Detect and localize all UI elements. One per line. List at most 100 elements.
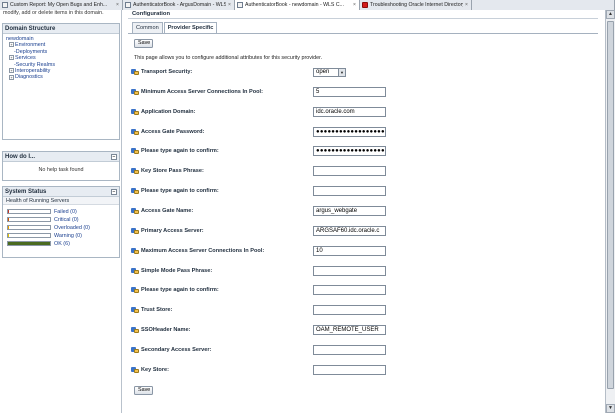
input-access-gate-password[interactable]: ●●●●●●●●●●●●●●●●●●●●● <box>313 126 386 137</box>
input-trust-store[interactable] <box>313 305 386 316</box>
input-simple-mode-pass-phrase[interactable] <box>313 265 386 276</box>
input-please-type-again-to-confirm[interactable]: ●●●●●●●●●●●●●●●●●●●●● <box>313 146 386 157</box>
select-value: open <box>316 69 330 75</box>
browser-tab-label: Custom Report: My Open Bugs and Enh... <box>10 2 108 8</box>
browser-tab-4[interactable] <box>472 0 615 10</box>
browser-tab-label: Troubleshooting Oracle Internet Director… <box>370 2 463 8</box>
browser-tab-2[interactable]: AuthenticatorBook - newdomain - WLS C...… <box>235 0 360 10</box>
how-do-i-title: How do I... <box>5 154 35 160</box>
health-bar-fill <box>8 226 9 230</box>
expand-plus-icon[interactable]: + <box>9 55 14 61</box>
health-label[interactable]: Critical (0) <box>54 217 79 223</box>
field-help-icon[interactable] <box>131 69 139 75</box>
expand-plus-icon[interactable]: + <box>9 68 14 74</box>
tree-item-diagnostics[interactable]: + Diagnostics <box>6 74 116 80</box>
how-do-i-panel: How do I... − No help task found <box>2 151 120 181</box>
scroll-thumb[interactable] <box>607 21 614 389</box>
expand-plus-icon[interactable]: + <box>9 42 14 48</box>
page-icon <box>237 2 243 8</box>
field-help-icon[interactable] <box>131 346 139 353</box>
collapse-icon[interactable]: − <box>111 189 117 195</box>
field-label-text: Access Gate Password: <box>141 128 205 135</box>
field-help-icon[interactable] <box>131 168 139 175</box>
intro-text: This page allows you to configure additi… <box>134 55 323 61</box>
field-label-text: Transport Security: <box>141 69 193 75</box>
browser-tab-strip: Custom Report: My Open Bugs and Enh... × A… <box>0 0 615 10</box>
field-label-key-store-pass-phrase: Key Store Pass Phrase: <box>131 168 204 175</box>
field-help-icon[interactable] <box>131 88 139 95</box>
field-help-icon[interactable] <box>131 287 139 294</box>
collapse-icon[interactable]: − <box>111 154 117 160</box>
field-help-icon[interactable] <box>131 327 139 334</box>
input-maximum-access-server-connections-in-pool[interactable]: 10 <box>313 245 386 256</box>
field-label-text: Primary Access Server: <box>141 227 204 234</box>
input-key-store[interactable] <box>313 364 386 375</box>
input-access-gate-name[interactable]: argus_webgate <box>313 205 386 216</box>
health-row: OK (6) <box>7 240 115 248</box>
field-label-secondary-access-server: Secondary Access Server: <box>131 346 211 353</box>
browser-tab-1[interactable]: AuthenticatorBook - ArgusDomain - WLS ..… <box>123 0 235 10</box>
scroll-down-arrow-icon[interactable]: ▼ <box>606 404 615 413</box>
field-help-icon[interactable] <box>131 188 139 195</box>
input-minimum-access-server-connections-in-pool[interactable]: 5 <box>313 86 386 97</box>
input-secondary-access-server[interactable] <box>313 344 386 355</box>
title-divider <box>128 18 598 19</box>
health-subtitle: Health of Running Servers <box>3 197 119 205</box>
health-bar-fill <box>8 210 9 214</box>
field-label-text: Maximum Access Server Connections In Poo… <box>141 247 265 254</box>
system-status-panel: System Status − Health of Running Server… <box>2 186 120 258</box>
health-label[interactable]: OK (6) <box>54 241 70 247</box>
field-label-key-store: Key Store: <box>131 366 169 373</box>
save-button[interactable]: Save <box>134 39 153 48</box>
input-please-type-again-to-confirm[interactable] <box>313 285 386 296</box>
field-help-icon[interactable] <box>131 267 139 274</box>
tab-common[interactable]: Common <box>132 22 163 33</box>
field-help-icon[interactable] <box>131 148 139 155</box>
field-label-application-domain: Application Domain: <box>131 108 196 115</box>
health-bar <box>7 241 51 247</box>
browser-tab-3[interactable]: Troubleshooting Oracle Internet Director… <box>360 0 472 10</box>
close-icon[interactable]: × <box>464 2 469 8</box>
health-bar <box>7 233 51 239</box>
field-label-text: Key Store Pass Phrase: <box>141 168 204 175</box>
close-icon[interactable]: × <box>352 2 357 8</box>
field-label-trust-store: Trust Store: <box>131 307 172 314</box>
health-label[interactable]: Warning (0) <box>54 233 82 239</box>
field-help-icon[interactable] <box>131 307 139 314</box>
input-application-domain[interactable]: idc.oracle.com <box>313 106 386 117</box>
field-label-access-gate-name: Access Gate Name: <box>131 207 193 214</box>
health-label[interactable]: Overloaded (0) <box>54 225 90 231</box>
health-bar <box>7 217 51 223</box>
health-bar <box>7 209 51 215</box>
scroll-up-arrow-icon[interactable]: ▲ <box>606 10 615 19</box>
browser-tab-0[interactable]: Custom Report: My Open Bugs and Enh... × <box>0 0 123 10</box>
field-help-icon[interactable] <box>131 128 139 135</box>
system-status-title: System Status <box>5 189 47 195</box>
field-help-icon[interactable] <box>131 366 139 373</box>
close-icon[interactable]: × <box>115 2 120 8</box>
field-help-icon[interactable] <box>131 227 139 234</box>
chevron-down-icon[interactable]: ▼ <box>338 69 345 76</box>
browser-tab-label: AuthenticatorBook - ArgusDomain - WLS ..… <box>133 2 226 8</box>
input-please-type-again-to-confirm[interactable] <box>313 186 386 197</box>
field-help-icon[interactable] <box>131 247 139 254</box>
input-key-store-pass-phrase[interactable] <box>313 166 386 177</box>
field-label-please-type-again-to-confirm: Please type again to confirm: <box>131 148 219 155</box>
field-label-please-type-again-to-confirm: Please type again to confirm: <box>131 287 219 294</box>
input-primary-access-server[interactable]: ARGSAF60.idc.oracle.c <box>313 225 386 236</box>
tabs-divider <box>128 33 598 34</box>
expand-plus-icon[interactable]: + <box>9 74 14 80</box>
field-label-maximum-access-server-connections-in-pool: Maximum Access Server Connections In Poo… <box>131 247 265 254</box>
field-help-icon[interactable] <box>131 108 139 115</box>
close-icon[interactable]: × <box>227 2 232 8</box>
save-button-bottom[interactable]: Save <box>134 386 153 395</box>
health-bar-fill <box>8 218 9 222</box>
health-label[interactable]: Failed (0) <box>54 209 77 215</box>
field-label-primary-access-server: Primary Access Server: <box>131 227 204 234</box>
system-status-header: System Status − <box>3 187 119 197</box>
field-label-text: Application Domain: <box>141 108 196 115</box>
field-help-icon[interactable] <box>131 207 139 214</box>
input-ssoheader-name[interactable]: OAM_REMOTE_USER <box>313 325 386 336</box>
transport-security-select[interactable]: open ▼ <box>313 68 346 77</box>
vertical-scrollbar[interactable]: ▲ ▼ <box>605 10 615 413</box>
